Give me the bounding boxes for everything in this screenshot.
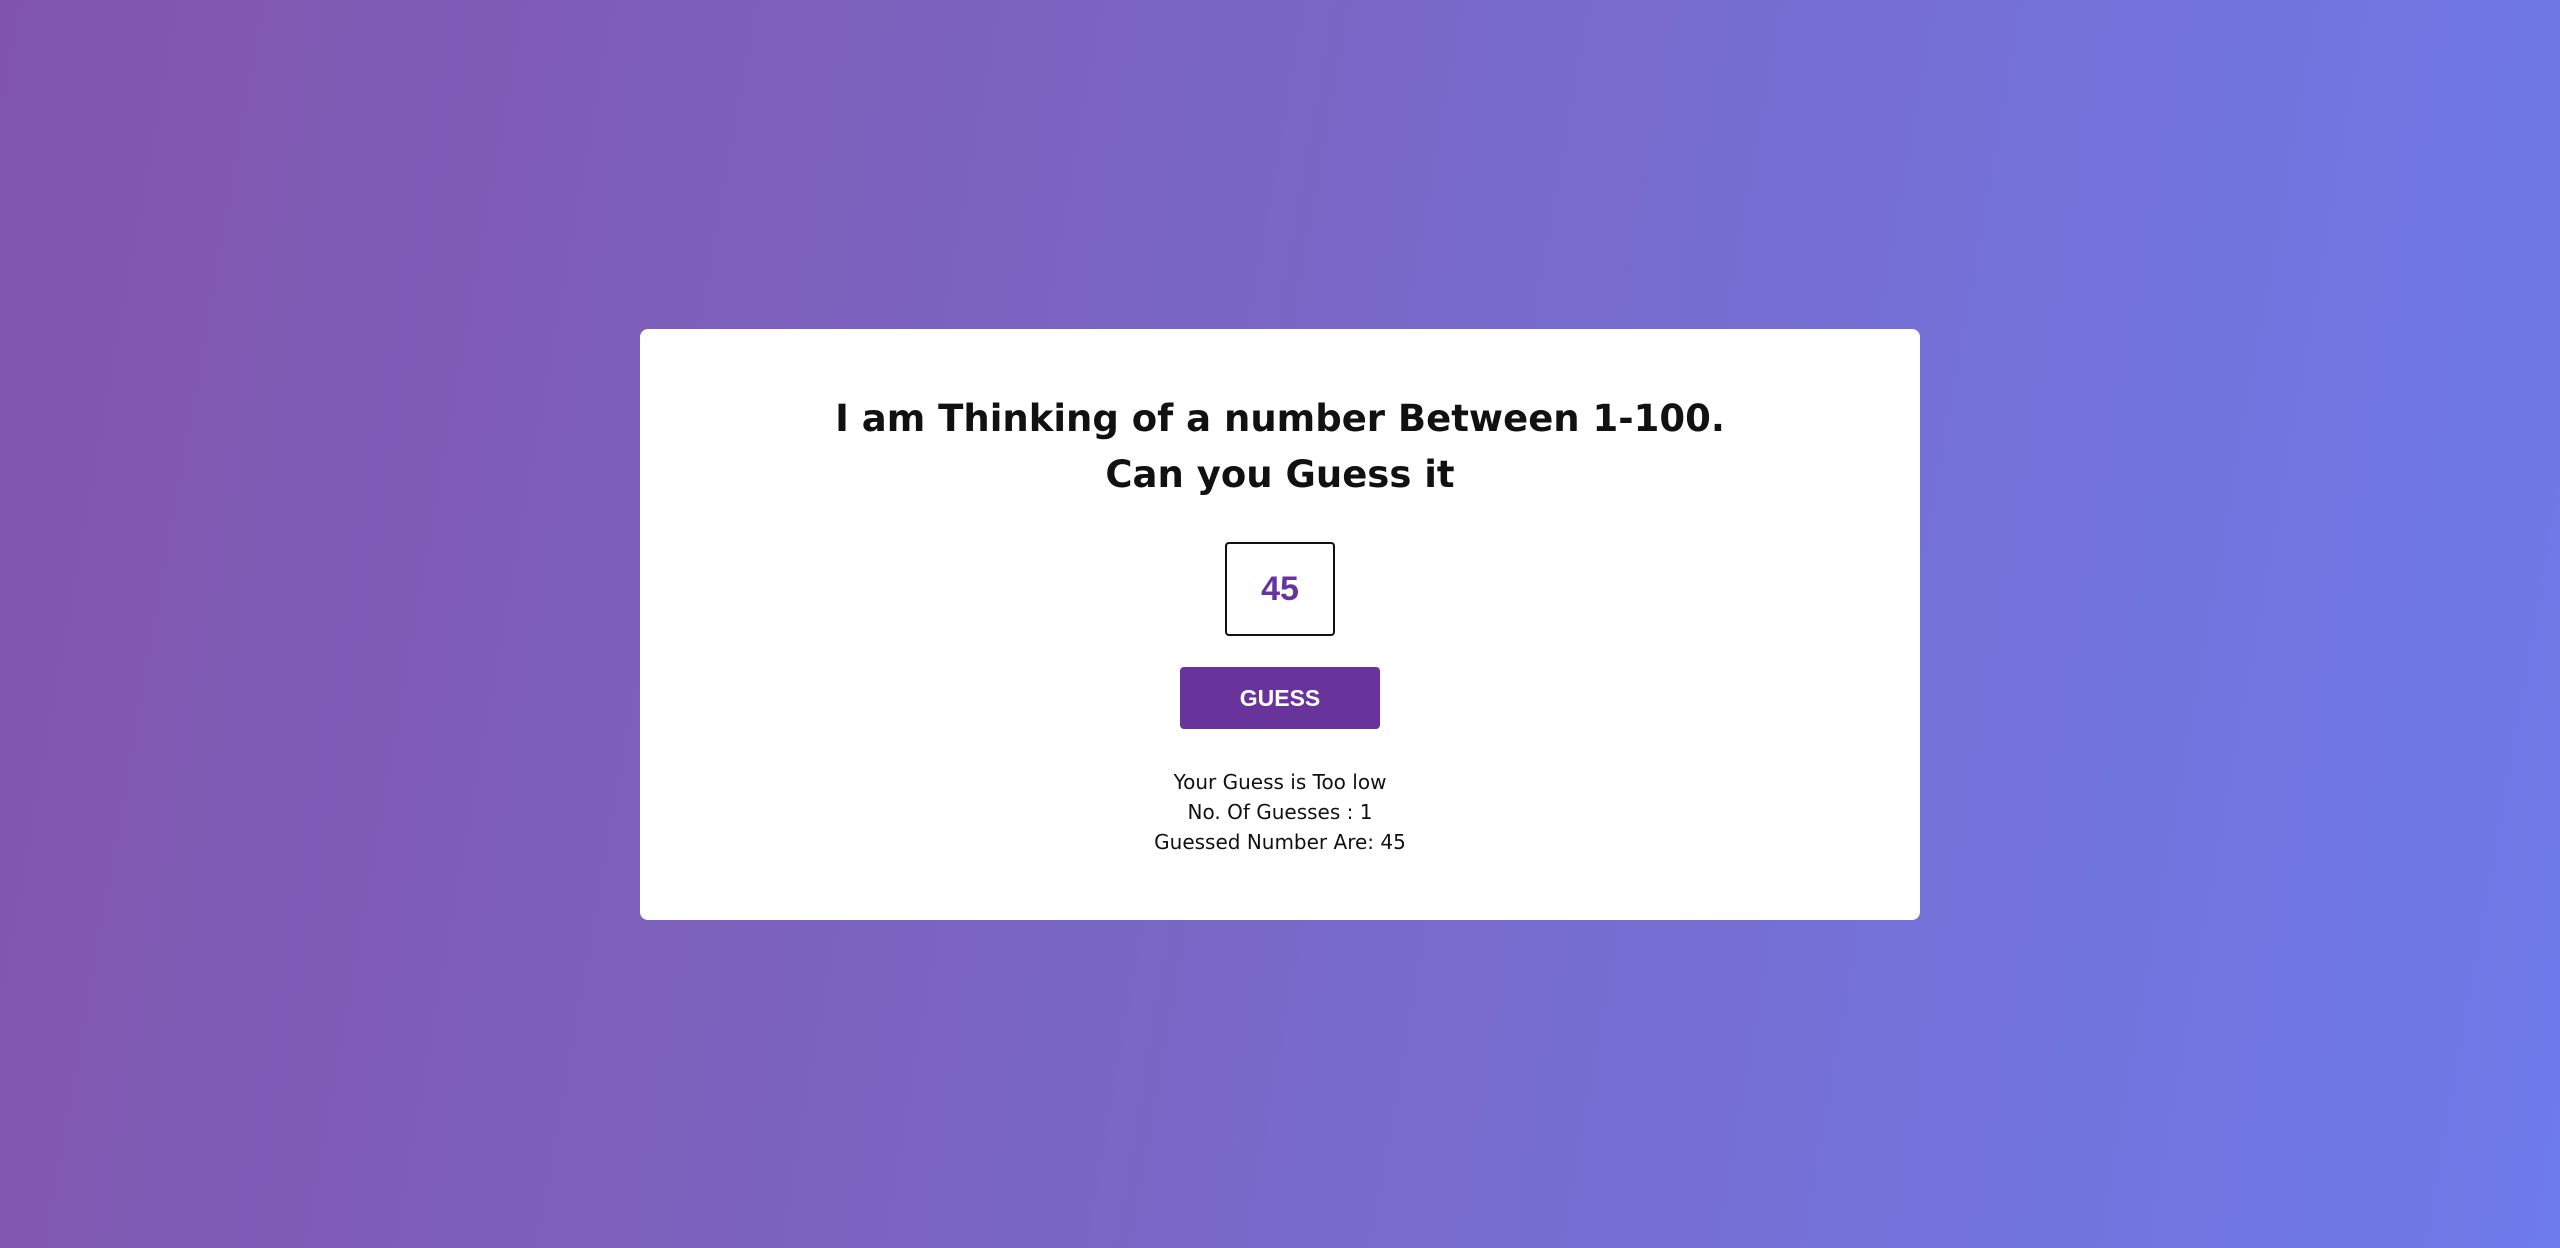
guessed-numbers-text: Guessed Number Are: 45 (1154, 830, 1406, 854)
game-card: I am Thinking of a number Between 1-100.… (640, 329, 1920, 920)
guess-button[interactable]: GUESS (1180, 667, 1380, 729)
title-line-1: I am Thinking of a number Between 1-100. (835, 397, 1725, 440)
guess-input[interactable] (1225, 542, 1335, 636)
guess-count-text: No. Of Guesses : 1 (1187, 800, 1373, 824)
results-panel: Your Guess is Too low No. Of Guesses : 1… (640, 767, 1920, 857)
page-title: I am Thinking of a number Between 1-100.… (640, 391, 1920, 503)
feedback-text: Your Guess is Too low (1173, 770, 1387, 794)
title-line-2: Can you Guess it (1105, 453, 1455, 496)
